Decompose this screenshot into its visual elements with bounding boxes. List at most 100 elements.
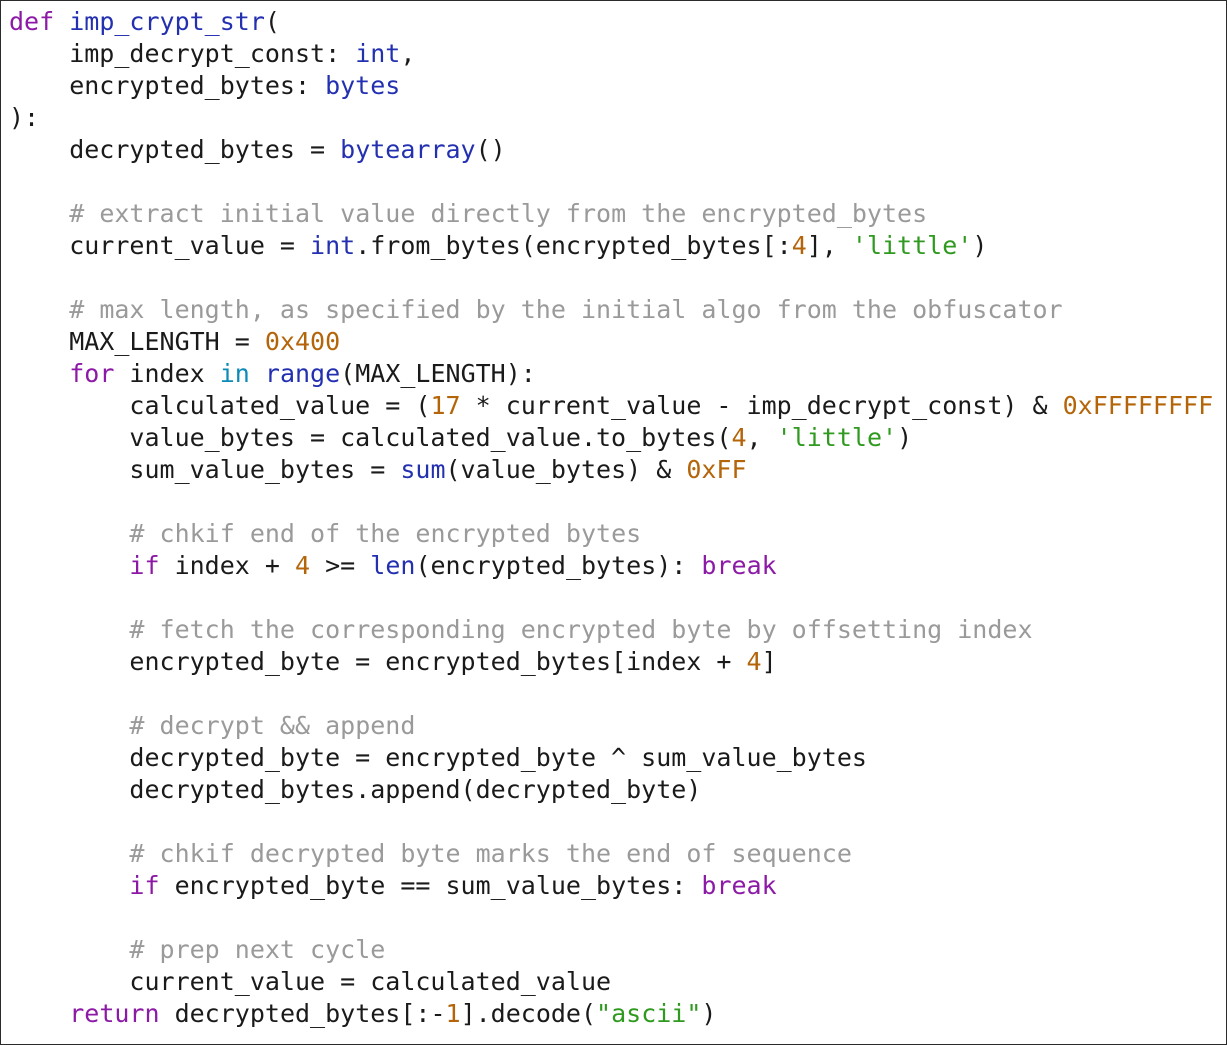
function-name-token: imp_crypt_str [69, 7, 265, 36]
code-line: sum_value_bytes = sum(value_bytes) & 0xF… [9, 454, 1213, 486]
comment-token: # decrypt && append [129, 711, 416, 740]
builtin-token: range [264, 359, 341, 388]
code-line: for index in range(MAX_LENGTH): [9, 358, 1213, 390]
code-line: encrypted_byte = encrypted_bytes[index +… [9, 646, 1213, 678]
operator-keyword-token: in [219, 359, 250, 388]
code-line: ​ [9, 486, 1213, 518]
builtin-token: sum [400, 455, 446, 484]
code-line: current_value = int.from_bytes(encrypted… [9, 230, 1213, 262]
code-text: decrypted_bytes[:- [159, 999, 446, 1028]
code-text: index + [159, 551, 295, 580]
number-token: 0x400 [264, 327, 341, 356]
number-token: 4 [731, 423, 747, 452]
code-line: # fetch the corresponding encrypted byte… [9, 614, 1213, 646]
code-line: calculated_value = (17 * current_value -… [9, 390, 1213, 422]
builtin-token: len [370, 551, 416, 580]
keyword-token: for [69, 359, 115, 388]
code-text: MAX_LENGTH = [9, 327, 265, 356]
code-text: encrypted_byte == sum_value_bytes: [159, 871, 702, 900]
string-token: "ascii" [596, 999, 702, 1028]
number-token: 0xFFFFFFFF [1062, 391, 1214, 420]
code-text: calculated_value = ( [9, 391, 431, 420]
code-line: decrypted_bytes.append(decrypted_byte) [9, 774, 1213, 806]
builtin-token: int [355, 39, 401, 68]
keyword-token: break [701, 871, 777, 900]
keyword-token: if [129, 551, 160, 580]
code-text: .from_bytes(encrypted_bytes[: [355, 231, 792, 260]
code-text: (MAX_LENGTH): [340, 359, 536, 388]
code-line: return decrypted_bytes[:-1].decode("asci… [9, 998, 1213, 1030]
code-text: ): [9, 103, 40, 132]
code-line: # chkif decrypted byte marks the end of … [9, 838, 1213, 870]
comment-token: # fetch the corresponding encrypted byte… [129, 615, 1033, 644]
code-text: encrypted_byte = encrypted_bytes[index + [9, 647, 747, 676]
code-line: MAX_LENGTH = 0x400 [9, 326, 1213, 358]
comment-token: # prep next cycle [129, 935, 386, 964]
code-text: (value_bytes) & [445, 455, 687, 484]
code-line: if encrypted_byte == sum_value_bytes: br… [9, 870, 1213, 902]
code-text: current_value = calculated_value [9, 967, 612, 996]
code-line: ​ [9, 262, 1213, 294]
number-token: 4 [295, 551, 311, 580]
code-text: ] [761, 647, 777, 676]
code-line: ​ [9, 678, 1213, 710]
code-line: ​ [9, 806, 1213, 838]
code-text: >= [310, 551, 371, 580]
code-line: ): [9, 102, 1213, 134]
number-token: 17 [430, 391, 461, 420]
code-line: value_bytes = calculated_value.to_bytes(… [9, 422, 1213, 454]
code-text: imp_decrypt_const: [9, 39, 356, 68]
code-text: ) [972, 231, 988, 260]
code-line: # chkif end of the encrypted bytes [9, 518, 1213, 550]
string-token: 'little' [776, 423, 898, 452]
code-text: ].decode( [460, 999, 597, 1028]
code-line: imp_decrypt_const: int, [9, 38, 1213, 70]
code-line: current_value = calculated_value [9, 966, 1213, 998]
code-text: index [114, 359, 220, 388]
code-text: ( [264, 7, 280, 36]
keyword-token: def [9, 7, 55, 36]
builtin-token: bytes [325, 71, 401, 100]
code-text: () [475, 135, 506, 164]
keyword-token: if [129, 871, 160, 900]
code-line: # extract initial value directly from th… [9, 198, 1213, 230]
code-text: , [400, 39, 416, 68]
code-line: def imp_crypt_str( [9, 6, 1213, 38]
code-line: # decrypt && append [9, 710, 1213, 742]
comment-token: # max length, as specified by the initia… [69, 295, 1063, 324]
code-text: ) [701, 999, 717, 1028]
code-text: ], [806, 231, 852, 260]
code-text: decrypted_byte = encrypted_byte ^ sum_va… [9, 743, 867, 772]
code-snippet-frame: def imp_crypt_str( imp_decrypt_const: in… [0, 0, 1227, 1045]
keyword-token: return [69, 999, 160, 1028]
code-text: (encrypted_bytes): [415, 551, 702, 580]
builtin-token: int [310, 231, 356, 260]
code-line: # prep next cycle [9, 934, 1213, 966]
code-line: ​ [9, 902, 1213, 934]
code-text: sum_value_bytes = [9, 455, 401, 484]
code-line: decrypted_byte = encrypted_byte ^ sum_va… [9, 742, 1213, 774]
code-line: decrypted_bytes = bytearray() [9, 134, 1213, 166]
builtin-token: bytearray [340, 135, 476, 164]
code-text: value_bytes = calculated_value.to_bytes( [9, 423, 732, 452]
code-text: ) [897, 423, 913, 452]
code-block: def imp_crypt_str( imp_decrypt_const: in… [9, 6, 1213, 1030]
code-line: encrypted_bytes: bytes [9, 70, 1213, 102]
code-line: ​ [9, 166, 1213, 198]
number-token: 4 [746, 647, 762, 676]
code-text: * current_value - imp_decrypt_const) & [460, 391, 1063, 420]
number-token: 4 [791, 231, 807, 260]
comment-token: # chkif decrypted byte marks the end of … [129, 839, 852, 868]
number-token: 0xFF [686, 455, 747, 484]
code-text: decrypted_bytes.append(decrypted_byte) [9, 775, 702, 804]
